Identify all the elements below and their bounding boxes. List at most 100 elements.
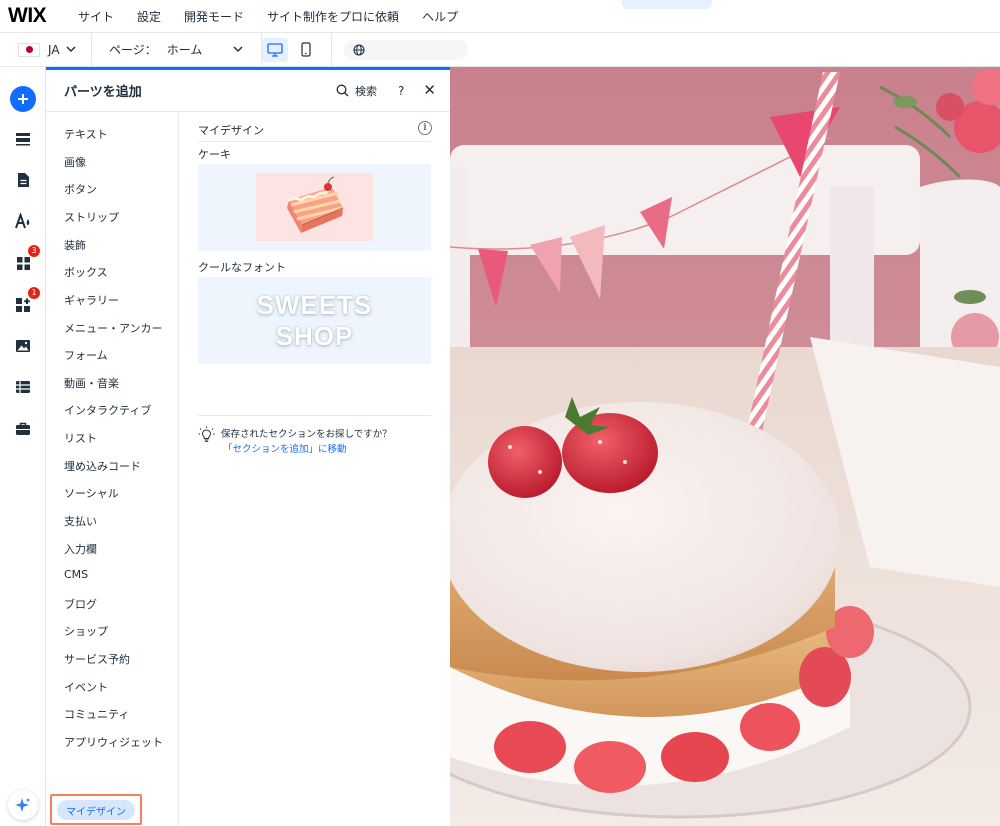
chevron-down-icon: [233, 46, 243, 53]
page-label: ページ：: [109, 43, 157, 57]
category-item[interactable]: ストリップ: [64, 209, 119, 225]
category-item[interactable]: ギャラリー: [64, 292, 119, 308]
design-item-label: ケーキ: [198, 148, 231, 161]
page-selector[interactable]: ページ： ホーム: [92, 33, 262, 66]
category-item[interactable]: ブログ: [64, 596, 97, 612]
mobile-view-button[interactable]: [293, 38, 319, 62]
device-switcher: [262, 33, 332, 66]
pages-icon: [17, 173, 29, 187]
cake-hero-image: [450, 67, 1000, 826]
category-item[interactable]: 画像: [64, 154, 86, 170]
category-item[interactable]: サービス予約: [64, 651, 130, 667]
pages-button[interactable]: [9, 166, 37, 194]
font-preview-line: SHOP: [275, 321, 354, 351]
category-item[interactable]: 埋め込みコード: [64, 458, 141, 474]
category-item[interactable]: CMS: [64, 568, 88, 581]
apps-icon: [16, 256, 30, 270]
menu-site[interactable]: サイト: [78, 8, 114, 25]
category-item[interactable]: ショップ: [64, 623, 108, 639]
chevron-up-icon: ˆ: [664, 0, 670, 8]
ai-assistant-button[interactable]: [8, 790, 38, 820]
media-button[interactable]: [9, 332, 37, 360]
apps-badge: 3: [28, 245, 40, 257]
cake-thumbnail: [256, 173, 373, 241]
language-selector[interactable]: JA: [0, 33, 92, 66]
active-category-highlight: マイデザイン: [50, 794, 142, 825]
menu-dev-mode[interactable]: 開発モード: [184, 8, 244, 25]
japan-flag-icon: [18, 42, 40, 57]
collapse-toolbar-button[interactable]: ˆ: [622, 0, 712, 9]
portfolio-icon: [16, 422, 30, 435]
close-icon[interactable]: ✕: [423, 83, 436, 98]
menu-help[interactable]: ヘルプ: [422, 8, 458, 25]
chevron-down-icon: [66, 46, 76, 53]
panel-header: パーツを追加 検索 ? ✕: [46, 70, 450, 112]
ai-assistant-icon: [15, 797, 31, 812]
panel-search-button[interactable]: 検索: [336, 83, 377, 99]
category-item[interactable]: イベント: [64, 679, 108, 695]
wix-logo[interactable]: WIX: [8, 4, 70, 28]
sections-icon: [16, 133, 30, 146]
desktop-icon: [267, 42, 283, 57]
go-to-add-section-link[interactable]: 「セクションを追加」に移動: [223, 441, 347, 455]
apps-button[interactable]: 3: [9, 245, 40, 277]
cms-button[interactable]: [9, 373, 37, 401]
section-title: マイデザイン: [198, 124, 264, 137]
add-elements-panel: パーツを追加 検索 ? ✕ テキスト 画像 ボタン ストリップ 装飾 ボックス …: [46, 67, 450, 826]
mobile-icon: [301, 42, 311, 57]
menu-settings[interactable]: 設定: [137, 8, 161, 25]
divider: [198, 415, 431, 416]
help-button[interactable]: ?: [398, 84, 404, 98]
language-code: JA: [48, 42, 60, 57]
page-value: ホーム: [166, 43, 203, 57]
category-content: マイデザイン i ケーキ クールなフォント SWEETS SHOP 保存されたセ…: [179, 113, 450, 826]
left-tool-rail: 3 1: [0, 67, 46, 826]
top-menu-bar: WIX サイト 設定 開発モード サイト制作をプロに依頼 ヘルプ ˆ: [0, 0, 1000, 33]
divider: [198, 141, 431, 142]
font-preview-line: SWEETS: [256, 290, 373, 320]
search-icon: [336, 84, 349, 97]
category-item[interactable]: メニュー・アンカー: [64, 320, 163, 336]
category-item[interactable]: テキスト: [64, 126, 108, 142]
desktop-view-button[interactable]: [262, 37, 288, 62]
category-item[interactable]: 動画・音楽: [64, 375, 119, 391]
category-item[interactable]: リスト: [64, 430, 97, 446]
panel-title: パーツを追加: [64, 85, 142, 100]
category-item[interactable]: フォーム: [64, 347, 108, 363]
site-url-bar[interactable]: [344, 39, 468, 60]
portfolio-button[interactable]: [9, 415, 37, 443]
info-icon[interactable]: i: [418, 121, 432, 135]
category-item[interactable]: 入力欄: [64, 541, 97, 557]
category-list: テキスト 画像 ボタン ストリップ 装飾 ボックス ギャラリー メニュー・アンカ…: [46, 113, 179, 826]
search-label: 検索: [355, 84, 378, 98]
design-item-label: クールなフォント: [198, 261, 286, 274]
add-icon: [18, 94, 28, 104]
theme-icon: [14, 213, 29, 229]
saved-sections-hint: 保存されたセクションをお探しですか？: [221, 429, 392, 440]
category-item-my-designs[interactable]: マイデザイン: [57, 800, 135, 820]
category-item[interactable]: ソーシャル: [64, 485, 119, 501]
cms-icon: [16, 381, 30, 393]
add-elements-button[interactable]: [10, 86, 36, 112]
category-item[interactable]: ボタン: [64, 181, 97, 197]
globe-icon: [353, 43, 365, 56]
business-badge: 1: [28, 287, 40, 299]
design-item-cake[interactable]: [198, 164, 431, 251]
design-item-cool-font[interactable]: SWEETS SHOP: [198, 277, 431, 364]
category-item[interactable]: インタラクティブ: [64, 402, 151, 418]
font-preview: SWEETS SHOP: [198, 290, 431, 352]
sections-button[interactable]: [9, 125, 37, 153]
business-apps-button[interactable]: 1: [9, 287, 40, 319]
editor-toolbar: JA ページ： ホーム: [0, 33, 1000, 67]
category-item[interactable]: ボックス: [64, 264, 108, 280]
category-item[interactable]: 装飾: [64, 237, 86, 253]
category-item[interactable]: 支払い: [64, 513, 97, 529]
site-canvas[interactable]: [450, 67, 1000, 826]
menu-hire-pro[interactable]: サイト制作をプロに依頼: [267, 8, 399, 25]
category-item[interactable]: コミュニティ: [64, 706, 129, 722]
theme-button[interactable]: [9, 207, 37, 235]
category-item[interactable]: アプリウィジェット: [64, 734, 163, 750]
cake-slice-icon: [287, 176, 344, 233]
lightbulb-icon: [198, 426, 215, 442]
media-icon: [16, 340, 30, 352]
